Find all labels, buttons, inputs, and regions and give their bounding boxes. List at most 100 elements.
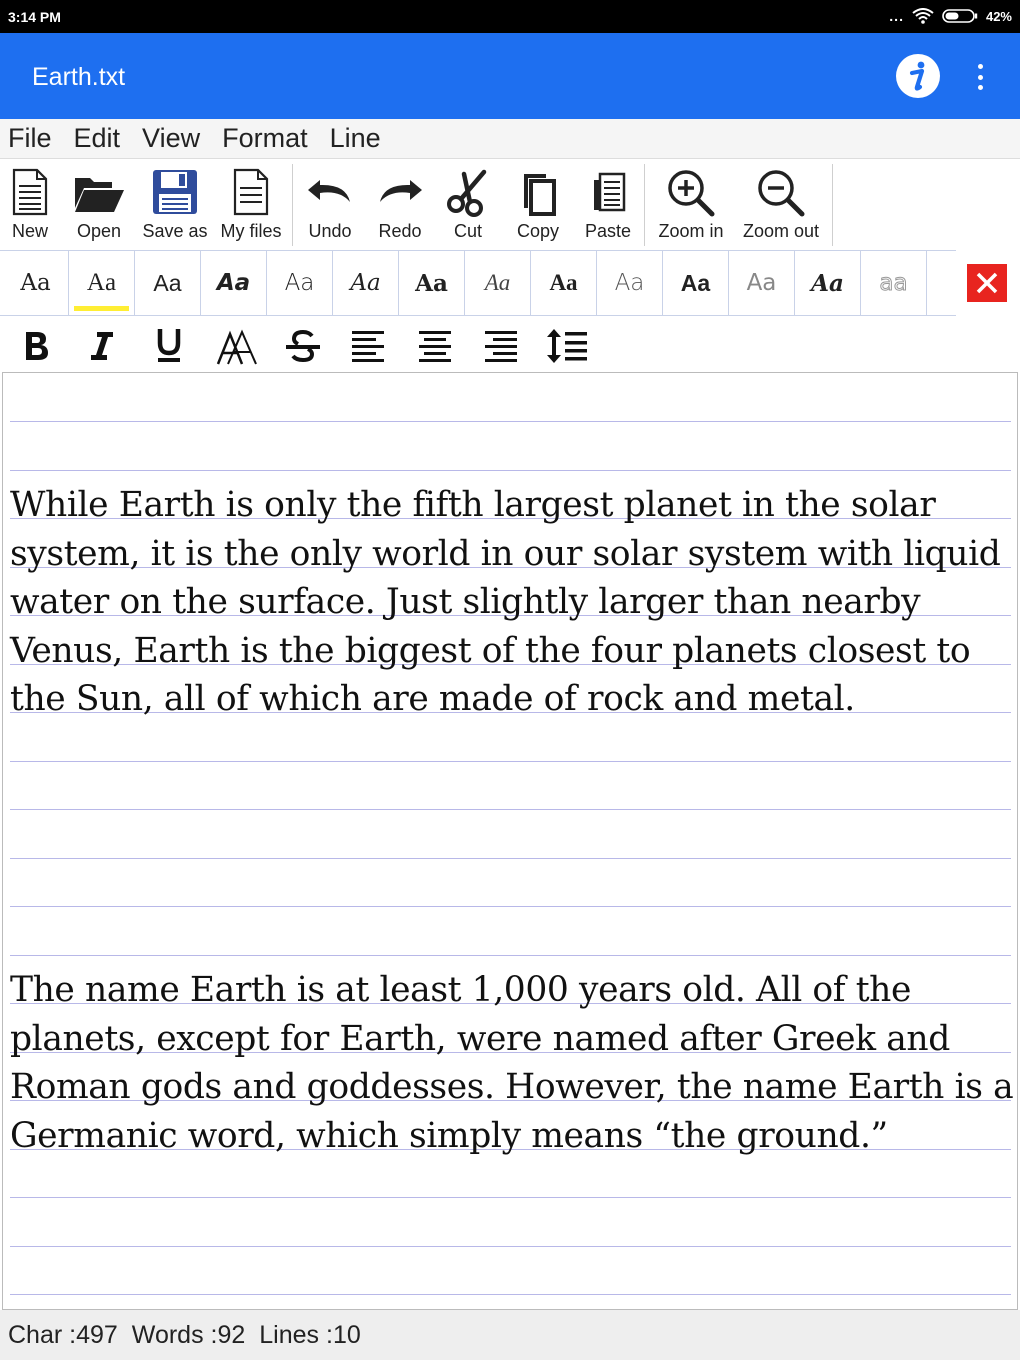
font-option[interactable]: Aa xyxy=(597,251,663,315)
strikethrough-button[interactable] xyxy=(281,324,325,368)
strikethrough-icon xyxy=(286,329,320,363)
undo-button[interactable]: Undo xyxy=(300,160,360,248)
align-left-button[interactable] xyxy=(346,324,390,368)
font-option[interactable]: i xyxy=(927,251,956,315)
ruled-line xyxy=(10,1294,1011,1295)
undo-label: Undo xyxy=(308,221,352,241)
line-spacing-button[interactable] xyxy=(545,324,589,368)
font-option[interactable]: Aa xyxy=(201,251,267,315)
menu-view[interactable]: View xyxy=(142,123,200,154)
underline-button[interactable] xyxy=(147,324,191,368)
toolbar-divider xyxy=(644,164,645,246)
word-count: Words :92 xyxy=(131,1320,246,1349)
my-files-button[interactable]: My files xyxy=(216,160,286,248)
align-center-button[interactable] xyxy=(413,324,457,368)
font-option[interactable]: Aa xyxy=(795,251,861,315)
redo-label: Redo xyxy=(378,221,422,241)
battery-icon xyxy=(942,9,978,23)
new-file-icon xyxy=(12,168,48,216)
italic-button[interactable] xyxy=(80,324,124,368)
redo-icon xyxy=(380,180,422,202)
font-option[interactable]: Aa xyxy=(267,251,333,315)
text-editor[interactable]: While Earth is only the fifth largest pl… xyxy=(2,372,1018,1310)
paste-icon xyxy=(594,172,626,212)
underline-icon xyxy=(157,329,181,362)
toolbar: New Open Save as My files Undo Redo Cut … xyxy=(0,160,1020,250)
notification-dots-icon: ... xyxy=(889,8,904,24)
empty-line xyxy=(10,821,1014,870)
zoom-in-icon xyxy=(668,170,715,217)
save-icon xyxy=(153,170,197,214)
align-center-icon xyxy=(419,331,451,362)
app-bar: Earth.txt xyxy=(0,33,1020,119)
document-text[interactable]: While Earth is only the fifth largest pl… xyxy=(10,384,1014,1257)
copy-label: Copy xyxy=(516,221,560,241)
wifi-icon xyxy=(912,8,934,24)
italic-icon xyxy=(91,332,113,360)
menu-edit[interactable]: Edit xyxy=(74,123,121,154)
close-font-strip-button[interactable] xyxy=(967,264,1007,302)
open-label: Open xyxy=(76,221,122,241)
my-files-label: My files xyxy=(220,221,282,241)
close-icon xyxy=(976,272,998,294)
zoom-out-icon xyxy=(758,170,805,217)
info-icon[interactable] xyxy=(896,54,940,98)
bold-button[interactable] xyxy=(14,324,58,368)
line-spacing-icon xyxy=(547,329,587,363)
menu-bar: File Edit View Format Line xyxy=(0,119,1020,159)
document-title: Earth.txt xyxy=(32,63,126,91)
font-option[interactable]: aa xyxy=(861,251,927,315)
zoom-in-label: Zoom in xyxy=(658,221,724,241)
menu-format[interactable]: Format xyxy=(222,123,308,154)
copy-button[interactable]: Copy xyxy=(508,160,568,248)
bold-icon xyxy=(26,332,48,360)
new-button[interactable]: New xyxy=(4,160,56,248)
font-option[interactable]: Aa xyxy=(3,251,69,315)
scissors-icon xyxy=(447,169,487,217)
toolbar-divider xyxy=(832,164,833,246)
file-document-icon xyxy=(233,168,269,216)
align-left-icon xyxy=(352,331,384,362)
status-footer: Char :497 Words :92 Lines :10 xyxy=(0,1310,1020,1360)
font-size-icon xyxy=(216,329,257,365)
save-as-label: Save as xyxy=(142,221,208,241)
folder-open-icon xyxy=(75,178,124,212)
save-as-button[interactable]: Save as xyxy=(140,160,210,248)
font-option[interactable]: Aa xyxy=(399,251,465,315)
new-label: New xyxy=(11,221,48,241)
cut-label: Cut xyxy=(453,221,482,241)
paste-label: Paste xyxy=(584,221,632,241)
line-count: Lines :10 xyxy=(259,1320,361,1349)
zoom-in-button[interactable]: Zoom in xyxy=(652,160,730,248)
paste-button[interactable]: Paste xyxy=(578,160,638,248)
cut-button[interactable]: Cut xyxy=(438,160,498,248)
zoom-out-button[interactable]: Zoom out xyxy=(738,160,824,248)
font-option-selected[interactable]: Aa xyxy=(69,251,135,315)
open-button[interactable]: Open xyxy=(70,160,128,248)
font-option[interactable]: Aa xyxy=(663,251,729,315)
redo-button[interactable]: Redo xyxy=(370,160,430,248)
font-size-button[interactable] xyxy=(216,324,260,368)
zoom-out-label: Zoom out xyxy=(742,221,820,241)
align-right-icon xyxy=(485,331,517,362)
char-count: Char :497 xyxy=(8,1320,118,1349)
paragraph: The name Earth is at least 1,000 years o… xyxy=(10,970,1014,1156)
more-options-icon[interactable] xyxy=(970,64,990,90)
toolbar-divider xyxy=(292,164,293,246)
status-time: 3:14 PM xyxy=(8,9,61,25)
paragraph: While Earth is only the fifth largest pl… xyxy=(10,485,1011,719)
copy-icon xyxy=(524,174,556,216)
menu-line[interactable]: Line xyxy=(330,123,381,154)
font-option[interactable]: Aa xyxy=(135,251,201,315)
menu-file[interactable]: File xyxy=(8,123,52,154)
format-strip xyxy=(0,318,1020,372)
font-picker-strip: Aa Aa Aa Aa Aa Aa Aa Aa Aa Aa Aa Aa Aa a… xyxy=(0,250,956,316)
font-option[interactable]: Aa xyxy=(465,251,531,315)
status-bar: 3:14 PM ... 42% xyxy=(0,0,1020,33)
align-right-button[interactable] xyxy=(479,324,523,368)
battery-percent: 42% xyxy=(985,8,1012,24)
undo-icon xyxy=(308,180,350,202)
font-option[interactable]: Aa xyxy=(531,251,597,315)
font-option[interactable]: Aa xyxy=(333,251,399,315)
font-option[interactable]: Aa xyxy=(729,251,795,315)
